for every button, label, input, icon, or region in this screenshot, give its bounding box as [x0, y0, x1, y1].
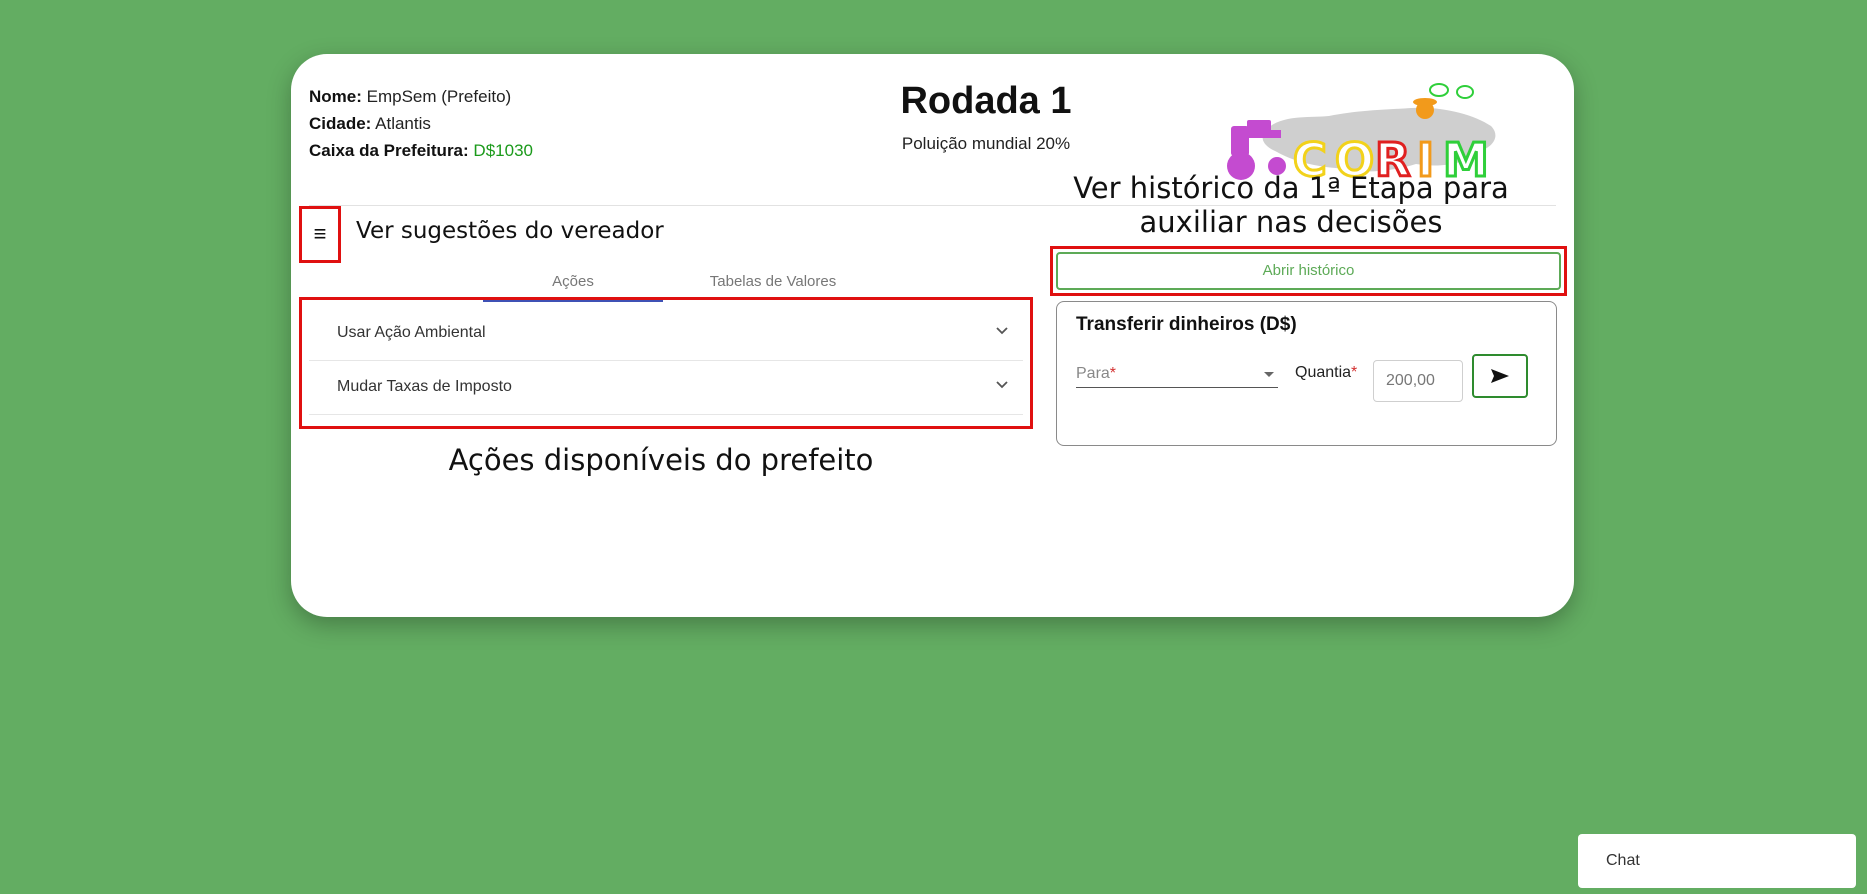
- recipient-select[interactable]: Para*: [1076, 360, 1278, 388]
- name-label: Nome:: [309, 87, 362, 106]
- cash-value: D$1030: [473, 141, 533, 160]
- player-city-row: Cidade: Atlantis: [309, 110, 533, 137]
- chat-label: Chat: [1606, 852, 1640, 869]
- amount-input[interactable]: 200,00: [1373, 360, 1463, 402]
- send-button[interactable]: [1472, 354, 1528, 398]
- pollution-indicator: Poluição mundial 20%: [901, 134, 1071, 153]
- chevron-down-icon: [996, 381, 1008, 389]
- chat-widget[interactable]: Chat: [1578, 834, 1856, 888]
- accordion-item-taxas-imposto[interactable]: Mudar Taxas de Imposto: [309, 361, 1023, 415]
- actions-annotation: Ações disponíveis do prefeito: [448, 443, 874, 477]
- suggestions-annotation: Ver sugestões do vereador: [356, 218, 664, 244]
- city-value: Atlantis: [375, 114, 431, 133]
- send-icon: [1491, 369, 1509, 383]
- transfer-title: Transferir dinheiros (D$): [1076, 314, 1297, 335]
- player-name-row: Nome: EmpSem (Prefeito): [309, 83, 533, 110]
- menu-icon[interactable]: ≡: [301, 206, 339, 261]
- accordion-item-acao-ambiental[interactable]: Usar Ação Ambiental: [309, 307, 1023, 361]
- recipient-label-text: Para: [1076, 365, 1110, 382]
- game-panel: Nome: EmpSem (Prefeito) Cidade: Atlantis…: [291, 54, 1574, 617]
- required-mark: *: [1109, 365, 1117, 382]
- round-title: Rodada 1: [900, 80, 1072, 122]
- transfer-panel: Transferir dinheiros (D$) Para* Quantia*…: [1056, 301, 1557, 446]
- dropdown-arrow-icon: [1264, 372, 1274, 377]
- accordion-item-label: Usar Ação Ambiental: [337, 324, 486, 341]
- chevron-down-icon: [996, 327, 1008, 335]
- accordion-item-label: Mudar Taxas de Imposto: [337, 378, 512, 395]
- open-history-button[interactable]: Abrir histórico: [1056, 252, 1561, 290]
- amount-label: Quantia*: [1295, 364, 1357, 382]
- player-cash-row: Caixa da Prefeitura: D$1030: [309, 137, 533, 164]
- required-mark: *: [1351, 364, 1358, 381]
- player-info: Nome: EmpSem (Prefeito) Cidade: Atlantis…: [309, 83, 533, 164]
- name-value: EmpSem (Prefeito): [366, 87, 512, 106]
- cash-label: Caixa da Prefeitura:: [309, 141, 469, 160]
- history-annotation: Ver histórico da 1ª Etapa para auxiliar …: [1073, 171, 1509, 239]
- actions-accordion: Usar Ação Ambiental Mudar Taxas de Impos…: [309, 307, 1023, 415]
- city-label: Cidade:: [309, 114, 372, 133]
- amount-label-text: Quantia: [1295, 364, 1352, 381]
- recipient-label: Para*: [1076, 365, 1116, 383]
